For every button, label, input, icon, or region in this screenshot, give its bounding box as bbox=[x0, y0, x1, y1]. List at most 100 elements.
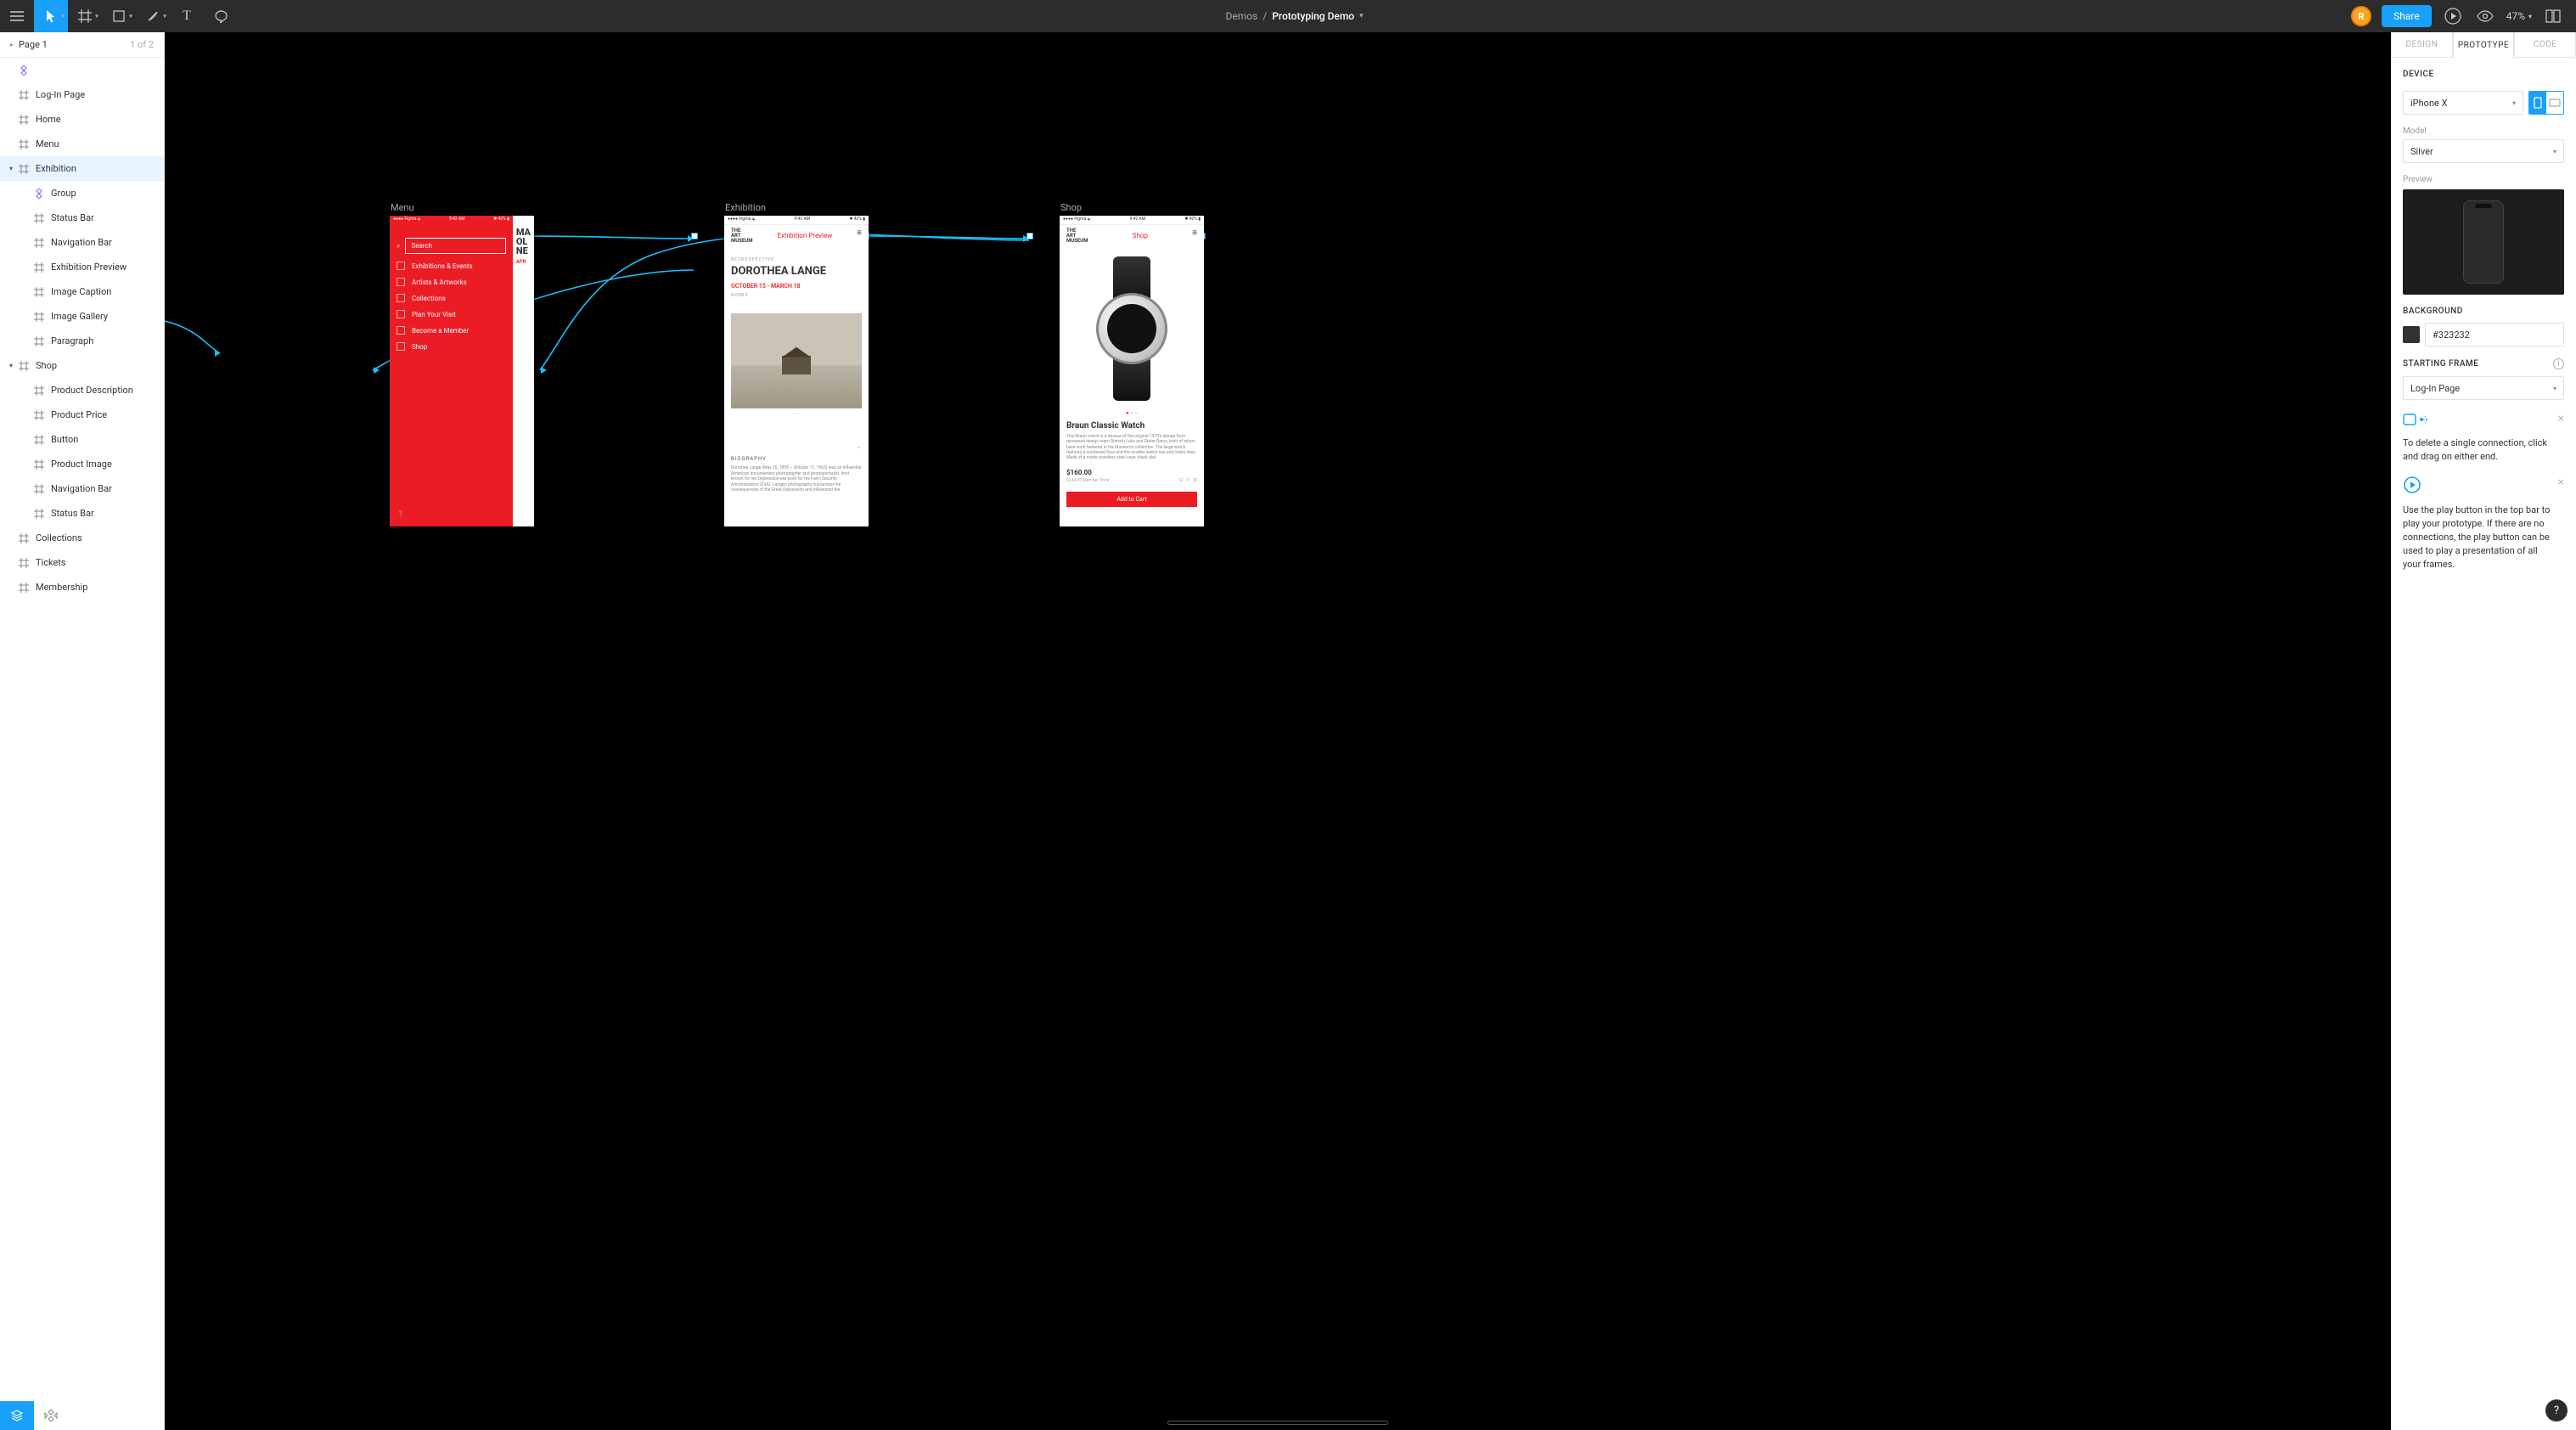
layers-tab-button[interactable] bbox=[0, 1401, 34, 1430]
layer-row-button[interactable]: Button bbox=[0, 427, 164, 452]
shape-tool-button[interactable]: ▾ bbox=[102, 0, 136, 32]
layer-row-group[interactable]: Group bbox=[0, 181, 164, 205]
layer-row-navigation-bar[interactable]: Navigation Bar bbox=[0, 230, 164, 255]
hamburger-icon[interactable]: ≡ bbox=[857, 228, 862, 238]
play-prototype-button[interactable] bbox=[2442, 5, 2464, 27]
breadcrumb-file[interactable]: Prototyping Demo bbox=[1272, 10, 1354, 22]
device-select[interactable]: iPhone X ▾ bbox=[2403, 91, 2523, 115]
layer-row-collections[interactable]: Collections bbox=[0, 526, 164, 550]
background-heading: BACKGROUND bbox=[2403, 307, 2564, 316]
menu-item[interactable]: Plan Your Visit bbox=[397, 310, 506, 318]
layer-label: Image Gallery bbox=[51, 311, 108, 322]
chevron-down-icon[interactable]: ⌄ bbox=[856, 442, 862, 450]
layers-list[interactable]: Log-In PageHomeMenu▾ExhibitionGroupStatu… bbox=[0, 58, 164, 1401]
layer-row-home[interactable]: Home bbox=[0, 107, 164, 132]
text-tool-button[interactable]: T bbox=[170, 0, 204, 32]
tab-prototype[interactable]: PROTOTYPE bbox=[2453, 32, 2515, 58]
layer-row-log-in-page[interactable]: Log-In Page bbox=[0, 82, 164, 107]
carousel-dots[interactable]: ● ● ● bbox=[1066, 410, 1197, 416]
layer-row-paragraph[interactable]: Paragraph bbox=[0, 329, 164, 353]
move-tool-button[interactable]: ▾ bbox=[34, 0, 68, 32]
layer-row-membership[interactable]: Membership bbox=[0, 575, 164, 600]
starting-frame-select[interactable]: Log-In Page ▾ bbox=[2403, 376, 2564, 400]
layer-row-tickets[interactable]: Tickets bbox=[0, 550, 164, 575]
dropdown-caret-icon: ▾ bbox=[95, 13, 98, 20]
artboard-shop[interactable]: ●●●● Figma ⬙ 9:42 AM ✱ 42% ▮ THE ART MUS… bbox=[1060, 216, 1204, 526]
minus-icon[interactable]: ⊟ bbox=[1179, 477, 1184, 483]
artboard-menu[interactable]: ●●●● Figma ⬙ 9:42 AM ✱ 42% ▮ ⌕ Search Ex… bbox=[390, 216, 534, 526]
share-button[interactable]: Share bbox=[2382, 5, 2432, 27]
zoom-control[interactable]: 47% ▾ bbox=[2506, 10, 2532, 22]
landscape-button[interactable] bbox=[2546, 92, 2563, 114]
help-button[interactable]: ? bbox=[2545, 1399, 2568, 1422]
page-selector[interactable]: ▸ Page 1 1 of 2 bbox=[0, 32, 164, 58]
menu-item[interactable]: Become a Member bbox=[397, 326, 506, 335]
layer-row-product-description[interactable]: Product Description bbox=[0, 378, 164, 403]
connection-hint-icon bbox=[2403, 412, 2428, 427]
preview-label: Preview bbox=[2403, 175, 2564, 184]
canvas[interactable]: Menu Exhibition Shop ●●●● Figma bbox=[165, 32, 2391, 1430]
layer-row-product-image[interactable]: Product Image bbox=[0, 452, 164, 476]
frame-icon bbox=[32, 310, 46, 324]
layer-row-exhibition[interactable]: ▾ Exhibition bbox=[0, 156, 164, 181]
layer-row-menu[interactable]: Menu bbox=[0, 132, 164, 156]
page-counter: 1 of 2 bbox=[130, 39, 154, 50]
menu-item[interactable]: Exhibitions & Events bbox=[397, 262, 506, 270]
tab-code[interactable]: CODE bbox=[2514, 32, 2576, 58]
view-settings-button[interactable] bbox=[2474, 5, 2496, 27]
menu-item[interactable]: Collections bbox=[397, 294, 506, 302]
chevron-down-icon[interactable]: ▾ bbox=[1359, 12, 1364, 20]
info-icon[interactable]: i bbox=[2553, 358, 2564, 369]
main-menu-button[interactable] bbox=[0, 0, 34, 32]
assets-tab-button[interactable] bbox=[34, 1401, 68, 1430]
layer-row-component[interactable] bbox=[0, 58, 164, 82]
model-select[interactable]: Silver ▾ bbox=[2403, 139, 2564, 163]
portrait-button[interactable] bbox=[2529, 92, 2546, 114]
frame-icon bbox=[17, 359, 31, 373]
library-button[interactable] bbox=[2542, 5, 2564, 27]
exhibition-floor: FLOOR 3 bbox=[731, 293, 862, 298]
layer-caret-icon[interactable]: ▾ bbox=[5, 165, 17, 172]
layer-row-image-caption[interactable]: Image Caption bbox=[0, 279, 164, 304]
layer-label: Status Bar bbox=[51, 508, 94, 519]
hint-delete-connection: × To delete a single connection, click a… bbox=[2403, 412, 2564, 464]
background-color-input[interactable]: #323232 bbox=[2425, 323, 2564, 346]
hint-text: To delete a single connection, click and… bbox=[2403, 436, 2551, 464]
layer-label: Exhibition bbox=[36, 163, 76, 174]
artboard-exhibition[interactable]: ●●●● Figma ⬙ 9:42 AM ✱ 42% ▮ THE ART MUS… bbox=[724, 216, 869, 526]
dropdown-caret-icon: ▾ bbox=[163, 13, 166, 20]
status-bar: ●●●● Figma ⬙ 9:42 AM ✱ 42% ▮ bbox=[724, 216, 869, 225]
menu-item[interactable]: Shop bbox=[397, 342, 506, 351]
frame-tool-button[interactable]: ▾ bbox=[68, 0, 102, 32]
hamburger-icon[interactable]: ≡ bbox=[1192, 228, 1197, 238]
frame-label-exhibition[interactable]: Exhibition bbox=[725, 202, 766, 213]
menu-item[interactable]: Artists & Artworks bbox=[397, 278, 506, 286]
frame-label-menu[interactable]: Menu bbox=[391, 202, 414, 213]
add-to-cart-button[interactable]: Add to Cart bbox=[1066, 492, 1197, 507]
main-area: ▸ Page 1 1 of 2 Log-In PageHomeMenu▾Exhi… bbox=[0, 32, 2576, 1430]
left-panel-footer bbox=[0, 1401, 164, 1430]
breadcrumb-folder[interactable]: Demos bbox=[1225, 10, 1257, 22]
layer-row-exhibition-preview[interactable]: Exhibition Preview bbox=[0, 255, 164, 279]
close-hint-button[interactable]: × bbox=[2558, 476, 2564, 489]
layer-caret-icon[interactable]: ▾ bbox=[5, 362, 17, 369]
tab-design[interactable]: DESIGN bbox=[2391, 32, 2453, 58]
layer-row-status-bar[interactable]: Status Bar bbox=[0, 205, 164, 230]
layer-row-shop[interactable]: ▾Shop bbox=[0, 353, 164, 378]
layer-row-product-price[interactable]: Product Price bbox=[0, 403, 164, 427]
pen-tool-button[interactable]: ▾ bbox=[136, 0, 170, 32]
breadcrumb[interactable]: Demos / Prototyping Demo ▾ bbox=[238, 10, 2351, 22]
comment-tool-button[interactable] bbox=[204, 0, 238, 32]
layer-row-navigation-bar[interactable]: Navigation Bar bbox=[0, 476, 164, 501]
layer-row-image-gallery[interactable]: Image Gallery bbox=[0, 304, 164, 329]
layer-row-status-bar[interactable]: Status Bar bbox=[0, 501, 164, 526]
background-swatch[interactable] bbox=[2403, 326, 2420, 343]
close-hint-button[interactable]: × bbox=[2558, 412, 2564, 425]
plus-icon[interactable]: ⊞ bbox=[1193, 477, 1197, 483]
exhibition-photo bbox=[731, 313, 862, 408]
menu-search-field[interactable]: Search bbox=[405, 238, 505, 254]
frame-label-shop[interactable]: Shop bbox=[1060, 202, 1082, 213]
canvas-horizontal-scrollbar[interactable] bbox=[1167, 1421, 1388, 1425]
user-avatar[interactable]: R bbox=[2351, 6, 2371, 26]
calendar-icon bbox=[397, 262, 405, 270]
